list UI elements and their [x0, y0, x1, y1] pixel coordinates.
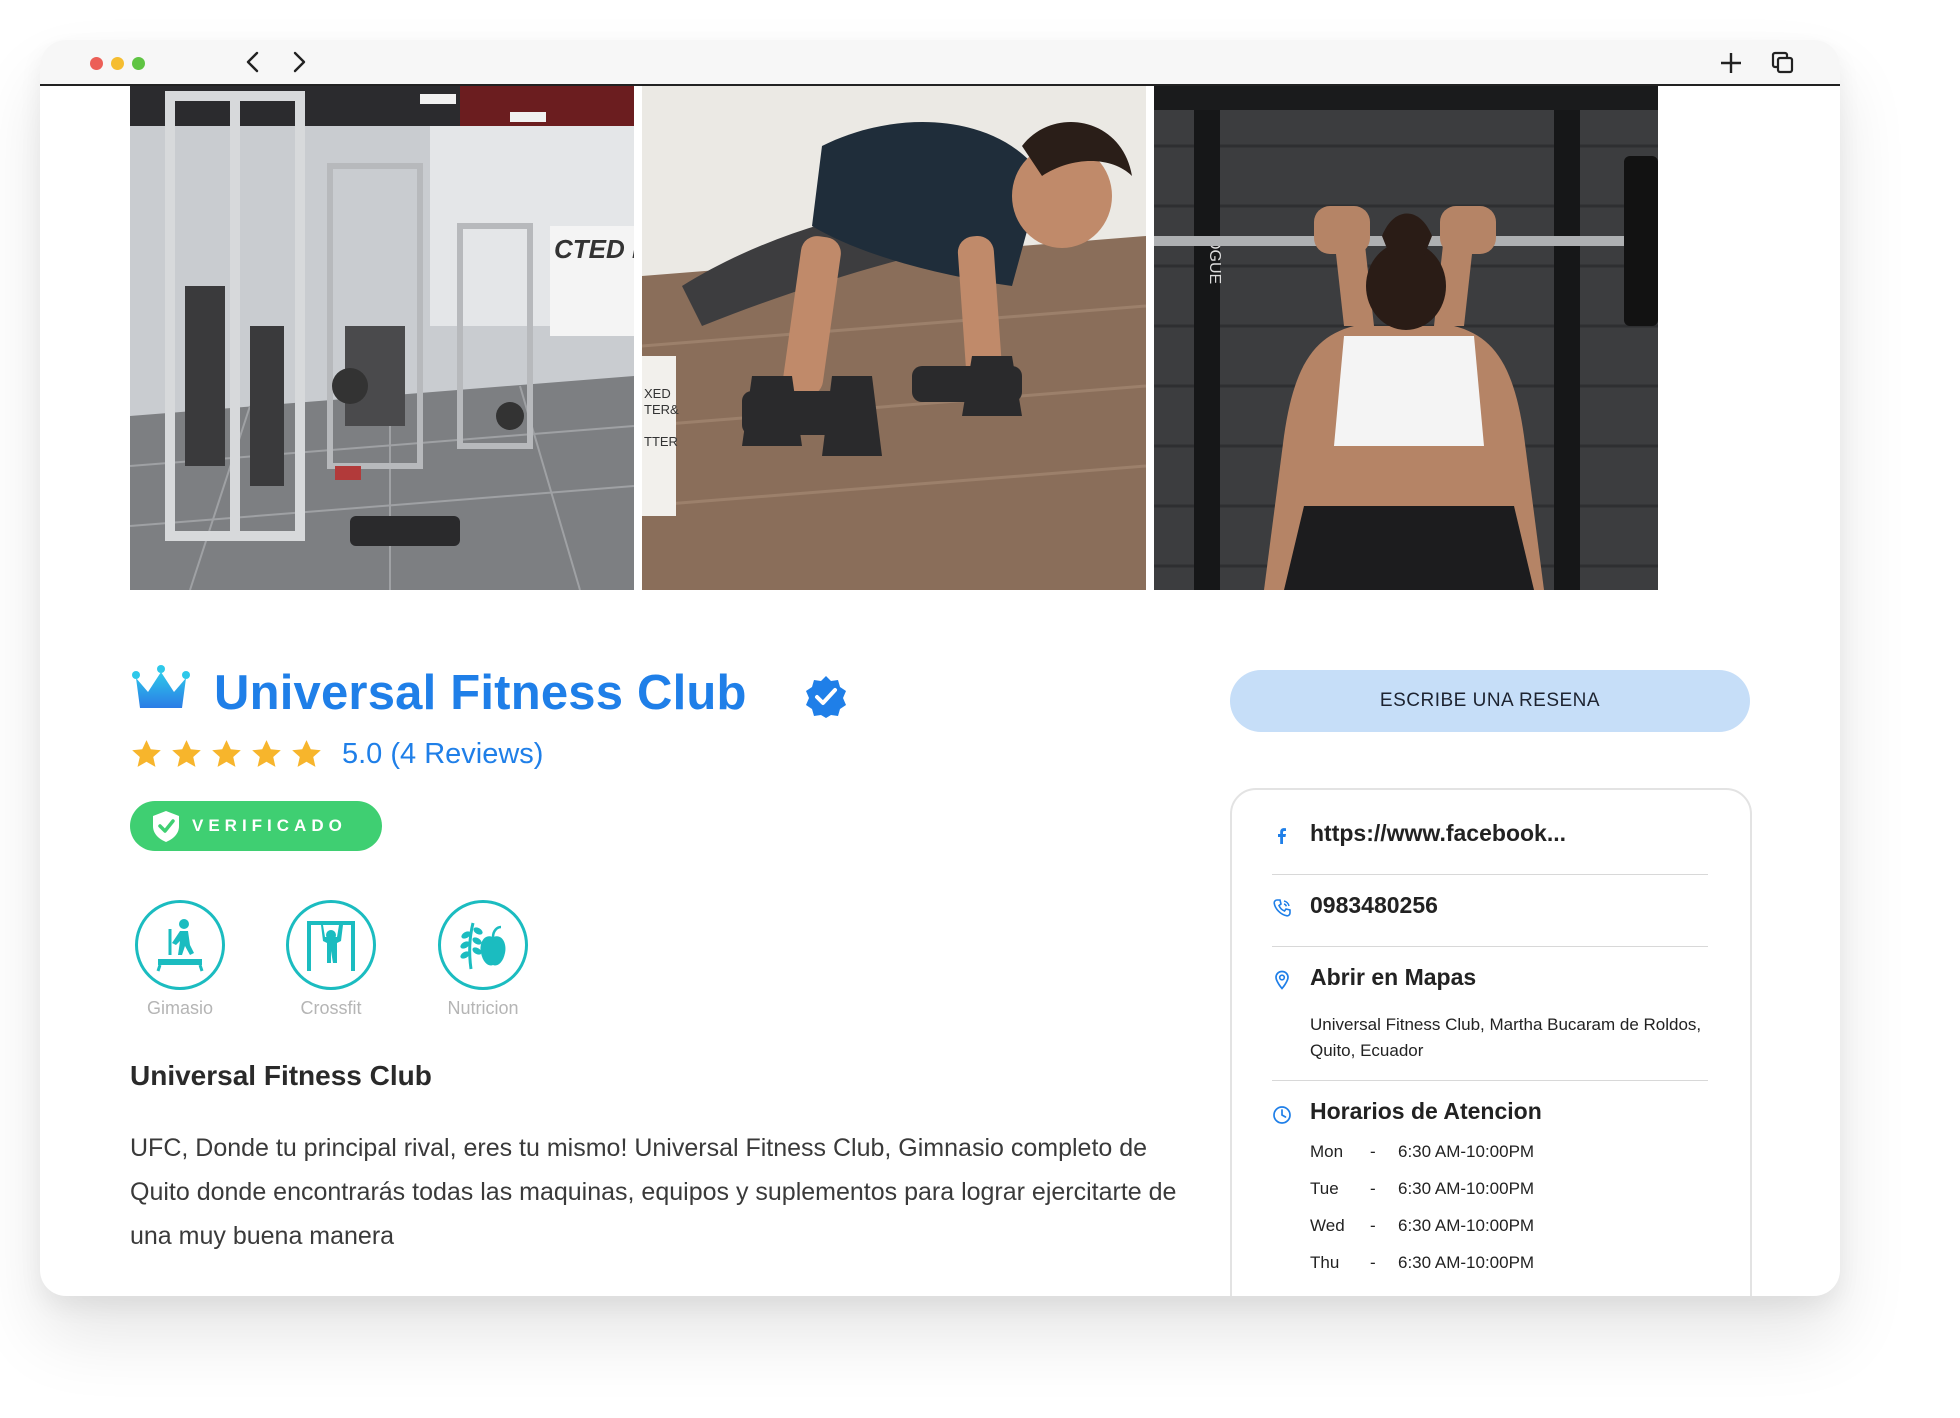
- hours-separator: -: [1370, 1179, 1376, 1198]
- service-gimnasio[interactable]: Gimasio: [125, 900, 235, 1019]
- write-review-button[interactable]: ESCRIBE UNA RESENA: [1230, 670, 1750, 732]
- facebook-link-row[interactable]: https://www.facebook...: [1272, 818, 1708, 850]
- svg-text:TER&: TER&: [644, 402, 679, 417]
- verified-badge-label: VERIFICADO: [192, 816, 347, 835]
- star-icon: [172, 740, 201, 767]
- star-icon: [132, 740, 161, 767]
- service-label: Gimasio: [146, 998, 213, 1018]
- address-text: Universal Fitness Club, Martha Bucaram d…: [1310, 1015, 1702, 1060]
- svg-text:TTER: TTER: [644, 434, 678, 449]
- hours-row: Thu - 6:30 AM-10:00PM: [1310, 1253, 1610, 1277]
- hours-time: 6:30 AM-10:00PM: [1398, 1142, 1535, 1161]
- hours-separator: -: [1370, 1216, 1376, 1235]
- phone-row[interactable]: 0983480256: [1272, 890, 1708, 922]
- new-tab-icon[interactable]: [1716, 48, 1746, 78]
- star-icon: [292, 740, 321, 767]
- hours-row: Wed - 6:30 AM-10:00PM: [1310, 1216, 1610, 1240]
- close-window-dot[interactable]: [90, 57, 103, 70]
- star-icon: [252, 740, 281, 767]
- service-label: Crossfit: [300, 998, 362, 1018]
- divider: [1272, 874, 1708, 875]
- tabs-overview-icon[interactable]: [1768, 48, 1798, 78]
- divider: [1272, 946, 1708, 947]
- gym-interior-photo[interactable]: CTED FIT: [130, 86, 634, 590]
- hours-row: Mon - 6:30 AM-10:00PM: [1310, 1142, 1610, 1166]
- forward-arrow-icon[interactable]: [284, 48, 312, 76]
- verified-badge: VERIFICADO: [130, 801, 382, 851]
- star-icon: [212, 740, 241, 767]
- hours-separator: -: [1370, 1253, 1376, 1272]
- shield-check-icon: [153, 811, 179, 842]
- hours-time: 6:30 AM-10:00PM: [1398, 1253, 1535, 1272]
- divider: [1272, 1080, 1708, 1081]
- barbell-squat-photo[interactable]: DGUE: [1154, 86, 1658, 590]
- hours-row: Tue - 6:30 AM-10:00PM: [1310, 1179, 1610, 1203]
- hours-time: 6:30 AM-10:00PM: [1398, 1216, 1535, 1235]
- maximize-window-dot[interactable]: [132, 57, 145, 70]
- phone-icon: [1273, 899, 1291, 917]
- wall-sign-line1: CTED FIT: [554, 234, 634, 264]
- description-text: UFC, Donde tu principal rival, eres tu m…: [130, 1134, 1177, 1250]
- phone-number[interactable]: 0983480256: [1310, 892, 1438, 919]
- description-title: Universal Fitness Club: [130, 1060, 432, 1091]
- svg-text:XED: XED: [644, 386, 671, 401]
- verified-check-icon: [806, 676, 846, 718]
- browser-toolbar: [40, 40, 1840, 86]
- hours-day: Thu: [1310, 1253, 1340, 1272]
- pullup-icon: [286, 900, 376, 990]
- star-rating: [130, 738, 323, 774]
- hours-title: Horarios de Atencion: [1310, 1098, 1542, 1124]
- service-label: Nutricion: [447, 998, 519, 1018]
- facebook-url[interactable]: https://www.facebook...: [1310, 820, 1566, 847]
- pushup-dumbbell-photo[interactable]: XED TER& TTER: [642, 86, 1146, 590]
- hours-day: Tue: [1310, 1179, 1339, 1198]
- treadmill-icon: [135, 900, 225, 990]
- map-pin-icon: [1275, 970, 1289, 990]
- hours-day: Wed: [1310, 1216, 1345, 1235]
- photo-gallery: CTED FIT: [130, 86, 1660, 590]
- nutrition-icon: [438, 900, 528, 990]
- back-arrow-icon[interactable]: [240, 48, 268, 76]
- minimize-window-dot[interactable]: [111, 57, 124, 70]
- service-crossfit[interactable]: Crossfit: [276, 900, 386, 1019]
- browser-window: CTED FIT: [40, 40, 1840, 1296]
- service-nutricion[interactable]: Nutricion: [428, 900, 538, 1019]
- rating-reviews-link[interactable]: 5.0 (4 Reviews): [342, 734, 543, 774]
- facebook-icon: [1278, 828, 1286, 844]
- crown-icon: [132, 665, 190, 708]
- clock-icon: [1273, 1106, 1291, 1124]
- hours-day: Mon: [1310, 1142, 1344, 1161]
- hours-time: 6:30 AM-10:00PM: [1398, 1179, 1535, 1198]
- hours-header: Horarios de Atencion: [1272, 1096, 1708, 1128]
- open-maps-link[interactable]: Abrir en Mapas: [1310, 964, 1476, 991]
- hours-separator: -: [1370, 1142, 1376, 1161]
- business-title: Universal Fitness Club: [214, 666, 747, 720]
- contact-info-card: https://www.facebook... 0983480256 Abrir…: [1230, 788, 1752, 1296]
- open-maps-row[interactable]: Abrir en Mapas: [1272, 962, 1708, 994]
